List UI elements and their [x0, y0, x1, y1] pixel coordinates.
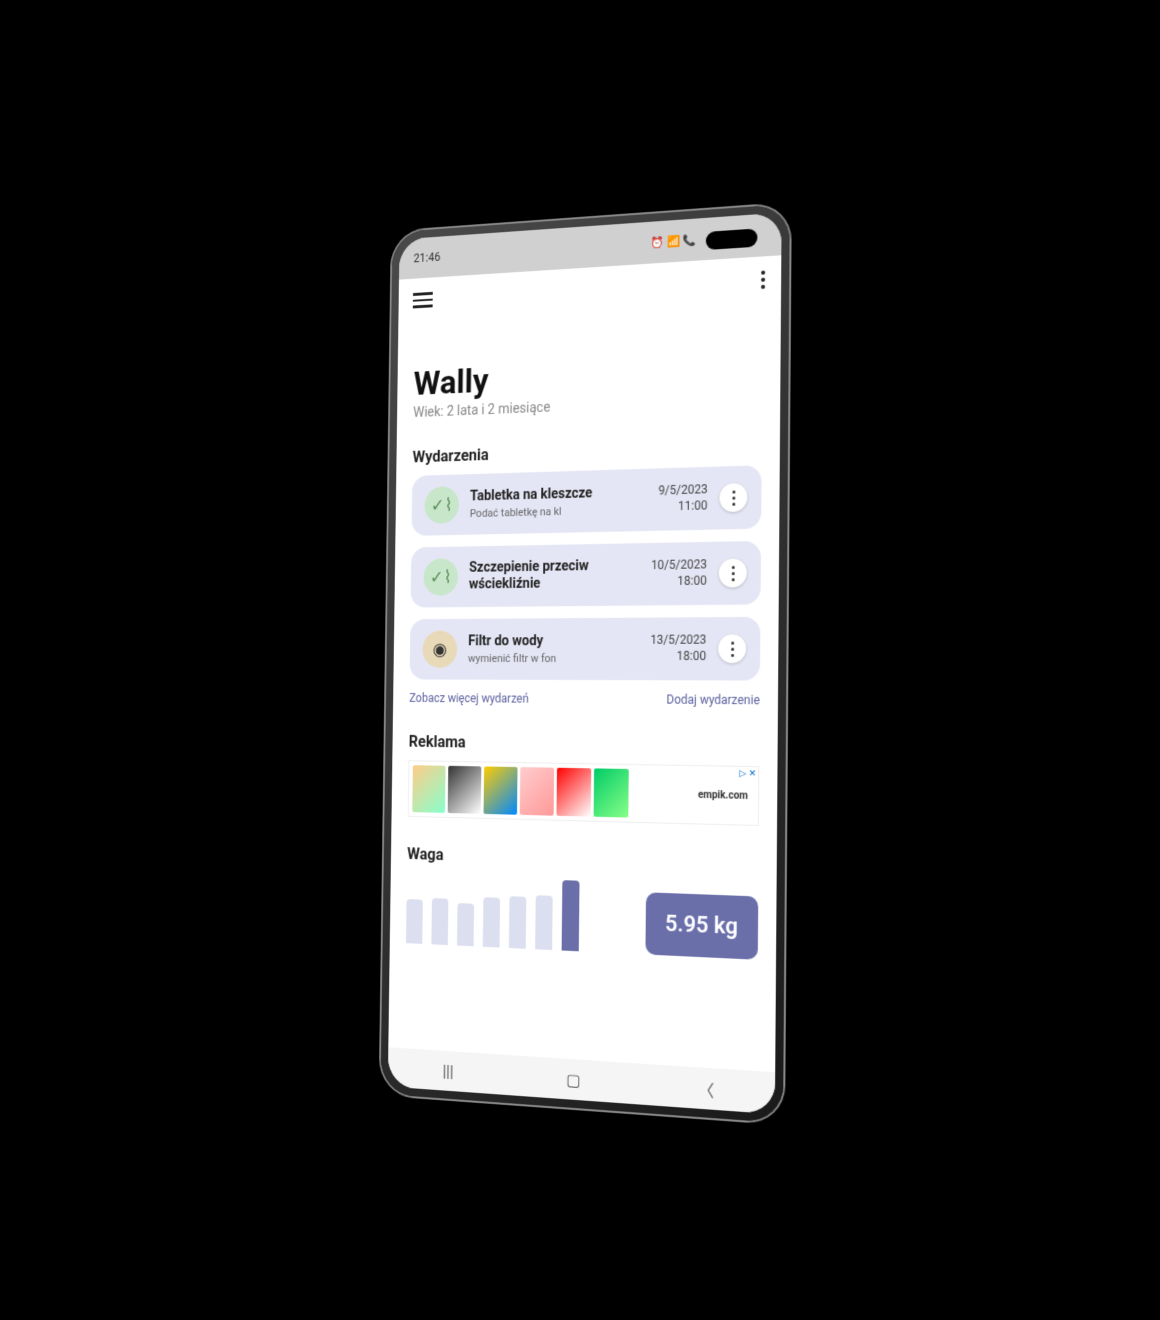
event-menu-button[interactable]: [719, 483, 747, 512]
weight-section-title: Waga: [407, 844, 759, 874]
hamburger-menu-icon[interactable]: [413, 292, 433, 308]
event-time: 11:00: [658, 498, 708, 515]
event-date: 13/5/2023: [650, 633, 706, 649]
ad-thumbnail: [594, 768, 629, 817]
event-subtitle: Podać tabletkę na kl: [470, 503, 647, 520]
main-content: Wally Wiek: 2 lata i 2 miesiące Wydarzen…: [390, 347, 781, 961]
event-date: 9/5/2023: [658, 482, 708, 499]
event-time: 18:00: [651, 573, 707, 589]
event-datetime: 10/5/2023 18:00: [651, 558, 707, 590]
ad-thumbnail: [412, 765, 445, 813]
ad-thumbnail: [556, 768, 591, 817]
weight-bar[interactable]: [457, 903, 474, 946]
event-datetime: 13/5/2023 18:00: [650, 633, 706, 665]
weight-bar[interactable]: [483, 897, 500, 947]
filter-icon: ◉: [422, 631, 457, 668]
event-menu-button[interactable]: [719, 559, 747, 588]
ad-banner[interactable]: empik.com ▷ ✕: [408, 760, 760, 826]
phone-screen: 21:46 ⏰ 📶 📞 Wally Wiek: 2 lata i 2 miesi…: [388, 213, 782, 1115]
weight-row: 5.95 kg: [406, 875, 758, 960]
current-weight-badge: 5.95 kg: [645, 892, 758, 960]
event-title: Szczepienie przeciw wściekliźnie: [469, 557, 640, 593]
phone-frame: 21:46 ⏰ 📶 📞 Wally Wiek: 2 lata i 2 miesi…: [380, 204, 789, 1123]
event-card[interactable]: ◉ Filtr do wody wymienić filtr w fon 13/…: [410, 617, 761, 681]
weight-chart[interactable]: [406, 875, 638, 955]
ad-thumbnail: [484, 766, 518, 814]
weight-bar[interactable]: [431, 898, 448, 945]
event-menu-button[interactable]: [718, 634, 746, 663]
home-button[interactable]: ▢: [566, 1069, 581, 1089]
recent-apps-button[interactable]: |||: [443, 1061, 454, 1081]
ad-section-title: Reklama: [409, 732, 760, 756]
camera-cutout: [706, 228, 758, 250]
weight-bar[interactable]: [509, 896, 526, 949]
event-date: 10/5/2023: [651, 558, 707, 575]
add-event-link[interactable]: Dodaj wydarzenie: [666, 692, 759, 707]
overflow-menu-icon[interactable]: [761, 271, 765, 290]
see-more-events-link[interactable]: Zobacz więcej wydarzeń: [409, 691, 528, 706]
event-actions: Zobacz więcej wydarzeń Dodaj wydarzenie: [409, 691, 760, 707]
back-button[interactable]: 〈: [698, 1076, 714, 1102]
event-card[interactable]: ✓⌇ Tabletka na kleszcze Podać tabletkę n…: [412, 465, 762, 536]
event-subtitle: wymienić filtr w fon: [468, 652, 639, 665]
status-time: 21:46: [413, 250, 440, 265]
event-card[interactable]: ✓⌇ Szczepienie przeciw wściekliźnie 10/5…: [411, 541, 761, 608]
weight-section: Waga 5.95 kg: [406, 844, 759, 960]
weight-bar[interactable]: [562, 880, 580, 951]
ad-thumbnail: [448, 766, 482, 814]
medical-icon: ✓⌇: [424, 486, 459, 524]
event-title: Tabletka na kleszcze: [470, 484, 647, 505]
event-datetime: 9/5/2023 11:00: [658, 482, 708, 515]
ad-brand-label: empik.com: [698, 789, 754, 802]
ad-close-icon[interactable]: ▷ ✕: [739, 769, 756, 780]
event-time: 18:00: [650, 649, 706, 665]
events-section-title: Wydarzenia: [412, 436, 761, 467]
medical-icon: ✓⌇: [423, 558, 458, 595]
android-nav-bar: ||| ▢ 〈: [388, 1047, 775, 1114]
weight-bar[interactable]: [406, 899, 423, 944]
weight-bar[interactable]: [535, 895, 553, 950]
event-title: Filtr do wody: [468, 633, 639, 650]
ad-thumbnail: [520, 767, 554, 816]
